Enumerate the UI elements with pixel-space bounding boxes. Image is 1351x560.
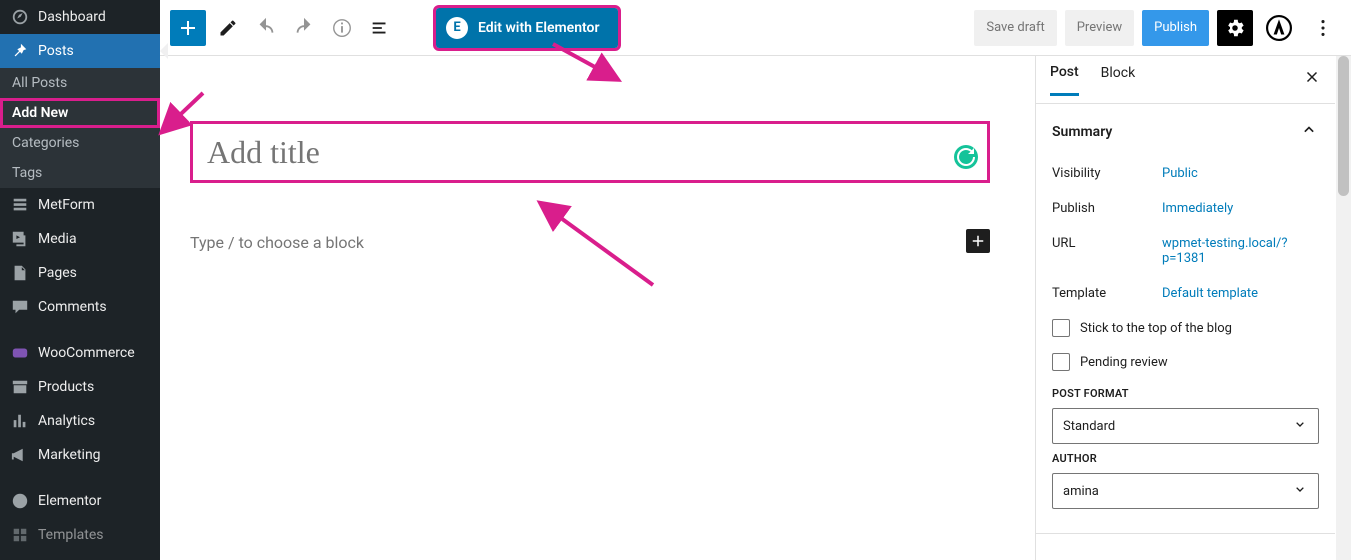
admin-sidebar: Dashboard Posts All Posts Add New Catego… <box>0 0 160 560</box>
tab-block[interactable]: Block <box>1101 65 1136 94</box>
editor-topbar: E Edit with Elementor Save draft Preview… <box>160 0 1351 56</box>
settings-gear-button[interactable] <box>1217 10 1253 46</box>
settings-sidebar: Post Block Summary VisibilityPublic Publ… <box>1035 56 1335 560</box>
archive-icon <box>10 377 30 397</box>
sidebar-item-elementor[interactable]: Elementor <box>0 484 160 518</box>
preview-button[interactable]: Preview <box>1065 10 1134 46</box>
summary-template-value[interactable]: Default template <box>1162 286 1258 301</box>
media-icon <box>10 229 30 249</box>
sidebar-sub-all-posts[interactable]: All Posts <box>0 68 160 98</box>
sidebar-item-label: Media <box>38 231 77 247</box>
sidebar-sub-categories[interactable]: Categories <box>0 128 160 158</box>
chevron-down-icon <box>1292 481 1308 501</box>
summary-url-label: URL <box>1052 236 1162 266</box>
sidebar-sub-tags[interactable]: Tags <box>0 158 160 188</box>
options-menu-button[interactable] <box>1305 10 1341 46</box>
summary-visibility-value[interactable]: Public <box>1162 166 1198 181</box>
astra-button[interactable] <box>1261 10 1297 46</box>
chevron-up-icon <box>1299 120 1319 144</box>
sidebar-item-metform[interactable]: MetForm <box>0 188 160 222</box>
details-button[interactable] <box>326 12 358 44</box>
sidebar-sub-add-new[interactable]: Add New <box>0 98 160 128</box>
elementor-badge-icon: E <box>446 17 468 39</box>
pushpin-icon <box>10 41 30 61</box>
pending-review-checkbox[interactable] <box>1052 353 1070 371</box>
sidebar-item-label: Dashboard <box>38 9 106 25</box>
author-select[interactable]: amina <box>1052 473 1319 509</box>
sidebar-item-label: WooCommerce <box>38 345 135 361</box>
summary-publish-value[interactable]: Immediately <box>1162 201 1233 216</box>
sidebar-item-analytics[interactable]: Analytics <box>0 404 160 438</box>
post-title-input[interactable] <box>190 121 990 183</box>
post-format-label: POST FORMAT <box>1052 387 1319 400</box>
add-block-button[interactable] <box>966 229 990 253</box>
close-settings-button[interactable] <box>1303 68 1321 91</box>
panel-summary-toggle[interactable]: Summary <box>1052 120 1319 144</box>
sidebar-item-marketing[interactable]: Marketing <box>0 438 160 472</box>
publish-button[interactable]: Publish <box>1142 10 1209 46</box>
elementor-icon <box>10 491 30 511</box>
sidebar-item-label: MetForm <box>38 197 95 213</box>
bar-chart-icon <box>10 411 30 431</box>
sidebar-item-label: Analytics <box>38 413 95 429</box>
default-block-placeholder[interactable]: Type / to choose a block <box>190 233 364 252</box>
sidebar-item-templates[interactable]: Templates <box>0 518 160 552</box>
sidebar-item-label: Products <box>38 379 94 395</box>
templates-icon <box>10 525 30 545</box>
stick-to-top-checkbox[interactable] <box>1052 319 1070 337</box>
edit-mode-button[interactable] <box>212 12 244 44</box>
sidebar-item-label: Comments <box>38 299 107 315</box>
chevron-down-icon <box>1292 416 1308 436</box>
summary-visibility-label: Visibility <box>1052 166 1162 181</box>
post-format-select[interactable]: Standard <box>1052 408 1319 444</box>
summary-url-value[interactable]: wpmet-testing.local/?p=1381 <box>1162 236 1312 266</box>
block-inserter-button[interactable] <box>170 10 206 46</box>
woo-icon <box>10 343 30 363</box>
page-icon <box>10 263 30 283</box>
grammarly-icon[interactable] <box>954 145 978 169</box>
sidebar-item-media[interactable]: Media <box>0 222 160 256</box>
list-view-button[interactable] <box>364 12 396 44</box>
author-label: AUTHOR <box>1052 452 1319 465</box>
speedometer-icon <box>10 7 30 27</box>
undo-button[interactable] <box>250 12 282 44</box>
form-icon <box>10 195 30 215</box>
sidebar-item-products[interactable]: Products <box>0 370 160 404</box>
sidebar-item-label: Pages <box>38 265 77 281</box>
megaphone-icon <box>10 445 30 465</box>
summary-template-label: Template <box>1052 286 1162 301</box>
tab-post[interactable]: Post <box>1050 64 1079 96</box>
settings-scrollbar[interactable] <box>1336 56 1351 560</box>
save-draft-button[interactable]: Save draft <box>974 10 1056 46</box>
sidebar-item-woocommerce[interactable]: WooCommerce <box>0 336 160 370</box>
sidebar-item-dashboard[interactable]: Dashboard <box>0 0 160 34</box>
comment-icon <box>10 297 30 317</box>
sidebar-item-label: Elementor <box>38 493 101 509</box>
redo-button[interactable] <box>288 12 320 44</box>
sidebar-item-comments[interactable]: Comments <box>0 290 160 324</box>
edit-with-elementor-button[interactable]: E Edit with Elementor <box>436 8 618 48</box>
sidebar-item-posts[interactable]: Posts <box>0 34 160 68</box>
sidebar-item-label: Posts <box>38 43 74 59</box>
summary-publish-label: Publish <box>1052 201 1162 216</box>
sidebar-item-label: Marketing <box>38 447 101 463</box>
sidebar-item-pages[interactable]: Pages <box>0 256 160 290</box>
editor-canvas[interactable]: Type / to choose a block <box>160 56 1020 560</box>
sidebar-item-label: Templates <box>38 527 104 543</box>
